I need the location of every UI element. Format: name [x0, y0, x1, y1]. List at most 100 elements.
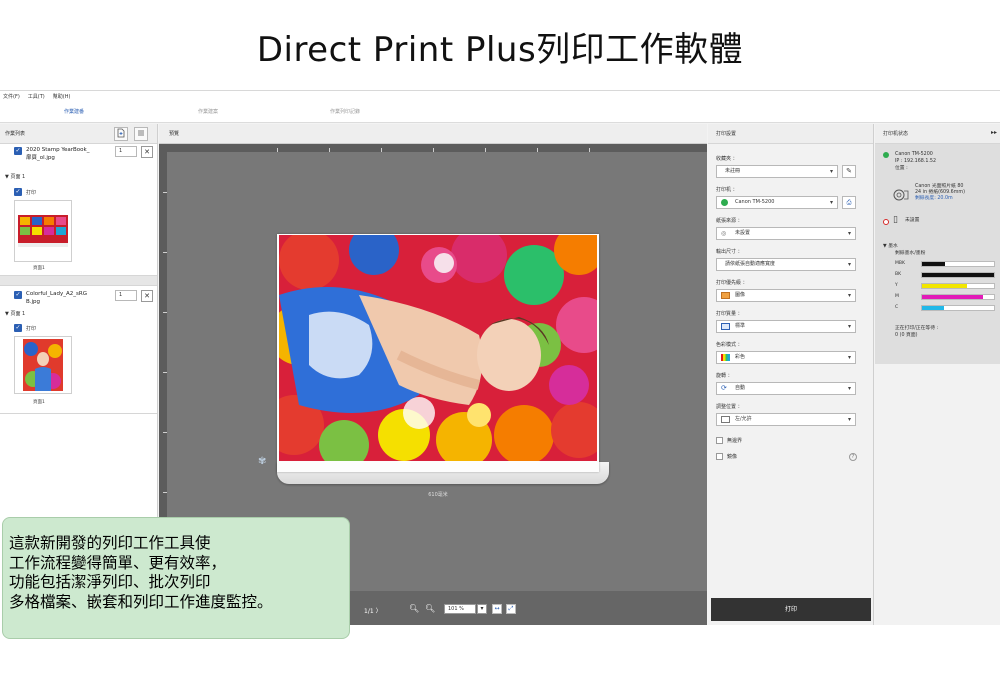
close-icon: ✕: [144, 292, 150, 300]
ink-level-fill: [922, 306, 944, 310]
tab-job-history[interactable]: 作業列印記錄: [285, 108, 405, 115]
rotation-dropdown[interactable]: ⟳ 自動 ▾: [716, 382, 856, 395]
color-mode-dropdown[interactable]: 彩色 ▾: [716, 351, 856, 364]
ink-level-bar: [921, 272, 995, 278]
add-file-icon: [117, 128, 125, 138]
chevron-down-icon: ▾: [847, 261, 851, 268]
edit-favorites-button[interactable]: ✎: [842, 165, 856, 178]
ink-level-fill: [922, 273, 994, 277]
preview-header: 預覽: [159, 124, 707, 144]
favorites-label: 收藏夾 ：: [716, 156, 738, 162]
tray-warning-icon: [883, 219, 889, 225]
queue-label: 正在打印/正在等待 :: [895, 326, 939, 331]
ink-name: MBK: [895, 261, 905, 266]
print-quality-label: 打印質量 ：: [716, 311, 743, 317]
page-print-label: 打印: [26, 326, 37, 332]
borderless-checkbox-row[interactable]: 無邊界: [716, 437, 742, 444]
job-item[interactable]: ✓ 2020 Stamp YearBook_ 扉頁_ol.jpg 1 ✕ ▼ 頁…: [0, 144, 157, 276]
ink-level-fill: [922, 295, 984, 299]
ink-level-bar: [921, 305, 995, 311]
zoom-in-icon[interactable]: 🔍︎: [425, 604, 435, 613]
page-thumbnail[interactable]: [14, 336, 72, 394]
zoom-level-input[interactable]: 101 %: [444, 604, 476, 614]
copies-stepper[interactable]: 1: [115, 290, 137, 301]
borderless-checkbox[interactable]: [716, 437, 723, 444]
queue-value: 0 (0 頁面): [895, 333, 918, 338]
printer-status-body: Canon TM-5200 IP : 192.168.1.52 位置 : Can…: [875, 144, 1000, 364]
add-file-button[interactable]: [114, 127, 128, 141]
printer-ip: IP : 192.168.1.52: [895, 159, 937, 164]
job-checkbox[interactable]: ✓: [14, 291, 22, 299]
chevron-down-icon: ▾: [847, 323, 851, 330]
collapse-panel-icon[interactable]: ▸▸: [991, 129, 997, 136]
colorful-lady-photo: [279, 235, 597, 461]
roll-width-label: 610毫米: [428, 492, 448, 498]
menu-tools[interactable]: 工具(T): [28, 91, 45, 103]
image-icon: [721, 292, 730, 299]
page-thumbnail[interactable]: [14, 200, 72, 262]
caption-line: 工作流程變得簡單、更有效率，: [9, 553, 227, 572]
stamp-thumbnail-image: [18, 215, 68, 247]
remove-job-button[interactable]: ✕: [141, 290, 153, 302]
fit-width-icon[interactable]: ↔: [492, 604, 502, 614]
chevron-down-icon: ▾: [829, 199, 833, 206]
page-tree-node[interactable]: ▼ 頁面 1: [5, 173, 25, 180]
horizontal-ruler: [159, 144, 707, 152]
ink-name: C: [895, 305, 899, 310]
output-size-dropdown[interactable]: 請依紙張自動適應寬度 ▾: [716, 258, 856, 271]
next-page-icon[interactable]: 〉: [376, 608, 382, 615]
remove-job-button[interactable]: ✕: [141, 146, 153, 158]
printer-online-icon: [721, 199, 728, 206]
copies-stepper[interactable]: 1: [115, 146, 137, 157]
preview-photo[interactable]: [279, 235, 597, 461]
chevron-down-icon: ▾: [847, 230, 851, 237]
printer-properties-button[interactable]: ⎙: [842, 196, 856, 209]
job-item[interactable]: ✓ Colorful_Lady_A2_sRG B.jpg 1 ✕ ▼ 頁面 1 …: [0, 286, 157, 414]
page-label: 頁面1: [33, 400, 45, 405]
job-checkbox[interactable]: ✓: [14, 147, 22, 155]
printer-icon: ⎙: [846, 199, 852, 206]
caption-line: 這款新開發的列印工作工具使: [9, 534, 211, 552]
print-quality-dropdown[interactable]: 標準 ▾: [716, 320, 856, 333]
list-view-button[interactable]: [134, 127, 148, 141]
favorites-dropdown[interactable]: 未註冊 ▾: [716, 165, 838, 178]
printer-status-panel: 打印机状态 ▸▸ Canon TM-5200 IP : 192.168.1.52…: [875, 124, 1000, 625]
page-navigator[interactable]: 1/1 〉: [364, 606, 382, 615]
paper-source-label: 紙張來源 ：: [716, 218, 743, 224]
list-icon: [138, 130, 144, 136]
caption-line: 功能包括潔淨列印、批次列印: [9, 573, 211, 591]
quality-icon: [721, 323, 730, 330]
page-tree-node[interactable]: ▼ 頁面 1: [5, 310, 25, 317]
zoom-dropdown-button[interactable]: ▾: [477, 604, 487, 614]
print-settings-panel: 打印設置 收藏夾 ： 未註冊 ▾ ✎ 打印机 ： Canon TM-5200 ▾ ⎙…: [708, 124, 874, 625]
help-icon[interactable]: ?: [849, 453, 857, 461]
print-priority-label: 打印優先級 ：: [716, 280, 748, 286]
roll-paper-icon: [893, 189, 909, 201]
tab-job-create[interactable]: 作業建番: [14, 108, 134, 115]
ink-name: M: [895, 294, 899, 299]
ink-level-fill: [922, 262, 946, 266]
settings-title: 打印設置: [716, 131, 737, 137]
menu-help[interactable]: 幫助(H): [53, 91, 71, 103]
roll-paper-icon: ✾: [258, 456, 267, 467]
printer-dropdown[interactable]: Canon TM-5200 ▾: [716, 196, 838, 209]
page: Direct Print Plus列印工作軟體 文件(F) 工具(T) 幫助(H…: [0, 0, 1000, 700]
mirror-checkbox-row[interactable]: 鏡像: [716, 453, 737, 460]
page-print-checkbox[interactable]: ✓: [14, 188, 22, 196]
print-priority-dropdown[interactable]: 圖像 ▾: [716, 289, 856, 302]
ink-section-toggle[interactable]: ▼ 墨水: [883, 244, 898, 250]
position-dropdown[interactable]: 左/允許 ▾: [716, 413, 856, 426]
print-button[interactable]: 打印: [711, 598, 871, 621]
paper-source-dropdown[interactable]: ◎ 未設置 ▾: [716, 227, 856, 240]
pencil-icon: ✎: [846, 167, 852, 175]
mirror-checkbox[interactable]: [716, 453, 723, 460]
fit-page-icon[interactable]: ⤢: [506, 604, 516, 614]
page-print-checkbox[interactable]: ✓: [14, 324, 22, 332]
zoom-out-icon[interactable]: 🔍︎: [409, 604, 419, 613]
caption-line: 多格檔案、嵌套和列印工作進度監控。: [9, 592, 273, 611]
menu-file[interactable]: 文件(F): [3, 91, 20, 103]
rotate-icon: ⟳: [721, 384, 727, 392]
tab-job-build[interactable]: 作業建案: [148, 108, 268, 115]
chevron-down-icon: ▾: [847, 385, 851, 392]
ink-name: BK: [895, 272, 902, 277]
